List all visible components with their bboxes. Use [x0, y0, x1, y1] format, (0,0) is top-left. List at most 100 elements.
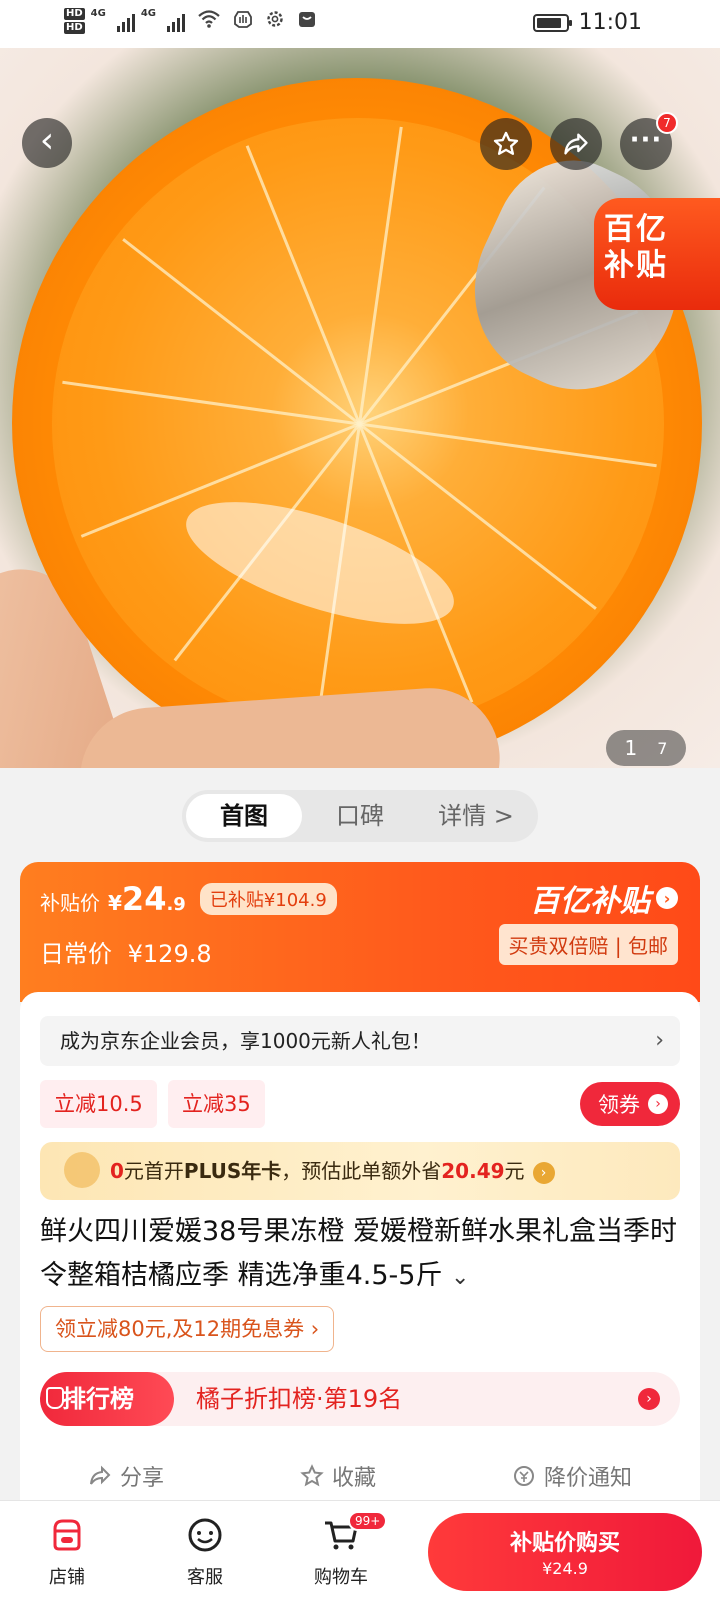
battery-icon	[532, 13, 572, 32]
more-badge: 7	[656, 112, 678, 134]
share-label: 分享	[119, 1466, 164, 1491]
product-title: 鲜火四川爱媛38号果冻橙 爱媛橙新鲜水果礼盒当季时令整箱桔橘应季 精选净重4.5…	[40, 1210, 680, 1300]
settings-icon	[265, 9, 285, 34]
ranking-badge: 排行榜	[40, 1372, 174, 1426]
share-action[interactable]: 分享	[88, 1460, 164, 1492]
shop-button[interactable]: 店铺	[22, 1513, 112, 1589]
daily-price: ¥129.8	[127, 940, 212, 968]
subsidy-price-dec: .9	[166, 894, 186, 915]
signal-icon	[167, 10, 186, 32]
more-button[interactable]: ··· 7	[620, 112, 678, 170]
tab-reviews[interactable]: 口碑	[302, 794, 418, 838]
status-left: HD HD 4G 4G	[64, 8, 317, 34]
enterprise-member-banner[interactable]: 成为京东企业会员，享1000元新人礼包！ ›	[40, 1016, 680, 1066]
tab-main-image[interactable]: 首图	[186, 794, 302, 838]
favorite-label: 收藏	[331, 1466, 376, 1491]
network-label-1: 4G	[90, 8, 106, 19]
subsidy-price-label: 补贴价	[40, 891, 100, 915]
share-button[interactable]	[550, 118, 602, 170]
coupon-tag-1[interactable]: 立减10.5	[40, 1080, 157, 1128]
product-info-card: 成为京东企业会员，享1000元新人礼包！ › 立减10.5 立减35 领券 › …	[20, 992, 700, 1512]
clock: 11:01	[578, 10, 642, 35]
shop-icon	[22, 1513, 112, 1557]
status-bar: HD HD 4G 4G 11:01	[0, 0, 720, 48]
subsidy-tag: 百亿 补贴	[594, 198, 720, 310]
plus-card-name: PLUS年卡	[183, 1159, 282, 1183]
shop-label: 店铺	[49, 1567, 85, 1588]
chevron-right-icon: ›	[655, 1028, 664, 1053]
buy-now-price: ¥24.9	[542, 1559, 588, 1578]
plus-membership-banner[interactable]: 0元首开PLUS年卡，预估此单额外省20.49元 ›	[40, 1142, 680, 1200]
customer-service-button[interactable]: 客服	[160, 1513, 250, 1589]
cart-button[interactable]: 99+ 购物车	[296, 1511, 388, 1589]
status-right: 11:01	[532, 10, 642, 35]
price-alert-label: 降价通知	[543, 1466, 632, 1491]
cart-badge: 99+	[348, 1511, 388, 1531]
plus-saving: 20.49	[441, 1159, 505, 1183]
subsidy-price-row: 补贴价 ¥24.9 已补贴¥104.9	[40, 880, 337, 918]
plus-text-3: 元	[504, 1159, 525, 1183]
daily-price-label: 日常价	[40, 940, 112, 968]
chevron-right-icon: ›	[532, 1161, 555, 1184]
notification-icon	[297, 9, 317, 34]
guarantee-badge: 买贵双倍赔 | 包邮	[498, 924, 678, 965]
star-icon	[300, 1464, 324, 1487]
hd-label-2: HD	[64, 22, 85, 34]
claim-coupon-label: 领券	[598, 1093, 640, 1117]
tab-details[interactable]: 详情 >	[418, 794, 534, 838]
plus-text-2: ，预估此单额外省	[281, 1159, 442, 1183]
network-label-2: 4G	[140, 8, 157, 19]
favorite-button[interactable]	[480, 118, 532, 170]
signal-icon	[116, 10, 135, 32]
battery-level	[536, 17, 561, 28]
chevron-right-icon: ›	[638, 1388, 660, 1410]
wifi-icon	[197, 9, 221, 34]
chevron-right-icon: ›	[656, 887, 678, 909]
subsidy-tag-line1: 百亿	[604, 212, 668, 247]
ranking-banner[interactable]: 排行榜 橘子折扣榜·第19名 ›	[40, 1372, 680, 1426]
hd-indicator: HD HD	[64, 8, 85, 34]
price-card: 补贴价 ¥24.9 已补贴¥104.9 日常价 ¥129.8 百亿补贴 › 买贵…	[20, 862, 700, 1002]
product-image-carousel[interactable]: ‹ ··· 7 百亿 补贴 1 7	[0, 48, 720, 768]
daily-price-row: 日常价 ¥129.8	[40, 934, 212, 969]
buy-now-label: 补贴价购买	[509, 1531, 620, 1556]
chevron-down-icon[interactable]: ⌄	[451, 1265, 469, 1290]
pager-total: 7	[657, 738, 668, 758]
ranking-text: 橘子折扣榜·第19名	[196, 1385, 403, 1413]
moon-icon	[64, 1152, 100, 1188]
bottom-action-bar: 店铺 客服 99+ 购物车 补贴价购买 ¥24.9	[0, 1500, 720, 1600]
hd-label-1: HD	[64, 8, 85, 20]
member-banner-text: 成为京东企业会员，享1000元新人礼包！	[60, 1029, 431, 1053]
action-row: 分享 收藏 降价通知	[20, 1460, 700, 1492]
customer-service-icon	[160, 1513, 250, 1557]
hand-icon	[233, 9, 253, 34]
share-icon	[89, 1465, 111, 1485]
subsidy-tag-line2: 补贴	[604, 248, 668, 283]
buy-now-button[interactable]: 补贴价购买 ¥24.9	[428, 1513, 702, 1591]
promo-chip[interactable]: 领立减80元,及12期免息券 ›	[40, 1306, 335, 1352]
pager-current: 1	[624, 736, 638, 760]
currency-symbol: ¥	[108, 891, 122, 915]
subsidy-price-int: 24	[121, 880, 167, 918]
subsidized-amount-badge: 已补贴¥104.9	[199, 883, 337, 915]
customer-service-label: 客服	[187, 1567, 223, 1588]
image-pager: 1 7	[606, 730, 686, 766]
subsidy-price: ¥24.9	[108, 880, 186, 918]
plus-zero: 0	[110, 1159, 124, 1183]
plus-text-1: 元首开	[123, 1159, 184, 1183]
star-icon	[493, 131, 519, 155]
price-alert-action[interactable]: 降价通知	[512, 1460, 632, 1492]
back-button[interactable]: ‹	[22, 118, 72, 168]
product-title-text: 鲜火四川爱媛38号果冻橙 爱媛橙新鲜水果礼盒当季时令整箱桔橘应季 精选净重4.5…	[40, 1216, 677, 1291]
chevron-left-icon: ‹	[39, 120, 55, 161]
chevron-right-icon: ›	[648, 1094, 668, 1114]
subsidy-brand-text: 百亿补贴	[530, 884, 650, 919]
share-icon	[564, 133, 588, 155]
subsidy-brand-link[interactable]: 百亿补贴 ›	[530, 876, 678, 920]
favorite-action[interactable]: 收藏	[300, 1460, 376, 1492]
content-tabs: 首图 口碑 详情 >	[182, 790, 538, 842]
price-drop-icon	[513, 1466, 534, 1486]
cart-label: 购物车	[314, 1567, 368, 1588]
coupon-tag-2[interactable]: 立减35	[168, 1080, 265, 1128]
claim-coupon-button[interactable]: 领券 ›	[580, 1082, 680, 1126]
